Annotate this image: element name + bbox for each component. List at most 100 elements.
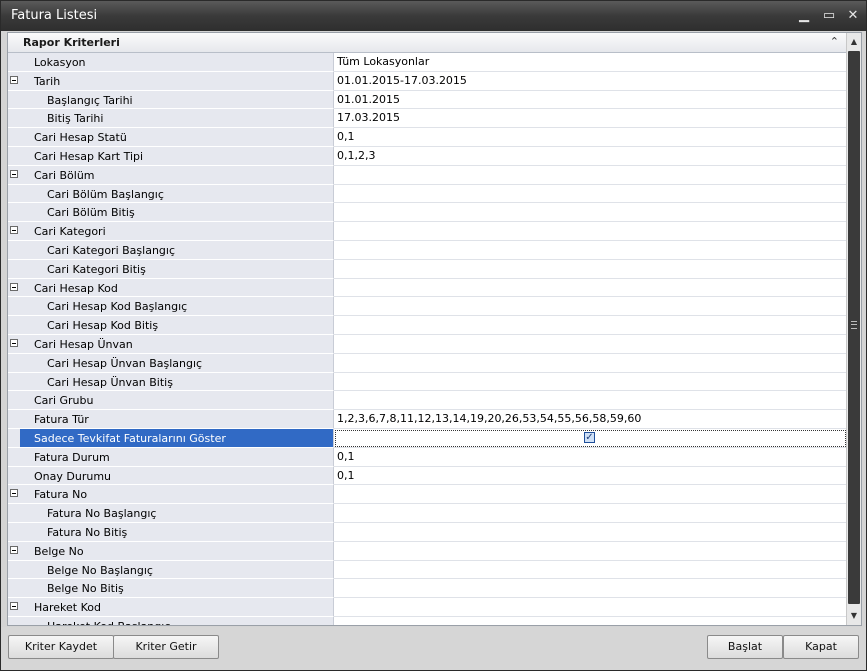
kriter-kaydet-button[interactable]: Kriter Kaydet — [8, 635, 114, 659]
property-label-cell[interactable]: Cari Hesap Kod — [8, 278, 334, 298]
baslat-button[interactable]: Başlat — [707, 635, 783, 659]
scroll-down-icon[interactable]: ▼ — [847, 608, 861, 624]
property-label-cell[interactable]: Fatura Tür — [8, 410, 334, 429]
property-value-cell[interactable] — [334, 579, 847, 599]
property-label-cell[interactable]: Cari Bölüm Başlangıç — [8, 184, 334, 204]
property-value-cell[interactable] — [334, 185, 847, 204]
property-row[interactable]: Fatura Tür 1,2,3,6,7,8,11,12,13,14,19,20,… — [8, 410, 847, 429]
property-row[interactable]: Hareket Kod — [8, 598, 847, 617]
property-row[interactable]: Belge No Başlangıç — [8, 560, 847, 580]
collapse-minus-icon[interactable] — [10, 338, 18, 347]
property-row[interactable]: Cari Hesap Kod — [8, 278, 847, 298]
collapse-minus-icon[interactable] — [10, 169, 18, 178]
property-row[interactable]: Cari Kategori Başlangıç — [8, 240, 847, 260]
property-label-cell[interactable]: Lokasyon — [8, 53, 334, 72]
property-row[interactable]: Hareket Kod Başlangıç — [8, 616, 847, 625]
minimize-button[interactable]: ▁ — [794, 6, 814, 26]
collapse-minus-icon[interactable] — [10, 489, 18, 498]
property-value-cell[interactable]: 0,1 — [334, 467, 847, 486]
scroll-thumb[interactable] — [848, 51, 860, 604]
property-label-cell[interactable]: Hareket Kod — [8, 598, 334, 617]
property-value-cell[interactable] — [334, 166, 847, 185]
property-label-cell[interactable]: Cari Bölüm Bitiş — [8, 203, 334, 223]
property-label-cell[interactable]: Bitiş Tarihi — [8, 109, 334, 129]
property-row[interactable]: Cari Hesap Kod Başlangıç — [8, 297, 847, 317]
property-row[interactable]: Cari Kategori Bitiş — [8, 259, 847, 279]
property-label-cell[interactable]: Tarih — [8, 71, 334, 91]
property-row[interactable]: Cari Bölüm — [8, 165, 847, 185]
property-row[interactable]: Cari Hesap Ünvan Bitiş — [8, 372, 847, 392]
collapse-minus-icon[interactable] — [10, 282, 18, 291]
property-row[interactable]: Cari Kategori — [8, 222, 847, 241]
property-value-cell[interactable]: Tüm Lokasyonlar — [334, 53, 847, 72]
checkbox[interactable]: ✓ — [584, 431, 595, 443]
property-value-cell[interactable]: ✓ — [334, 429, 847, 448]
property-value-cell[interactable] — [334, 561, 847, 580]
property-label-cell[interactable]: Cari Hesap Kart Tipi — [8, 146, 334, 166]
property-label-cell[interactable]: Belge No — [8, 541, 334, 561]
panel-header[interactable]: Rapor Kriterleri ⌃ — [8, 33, 847, 53]
collapse-minus-icon[interactable] — [10, 545, 18, 554]
property-row[interactable]: Fatura No Başlangıç — [8, 504, 847, 523]
property-row[interactable]: Cari Hesap Ünvan Başlangıç — [8, 353, 847, 373]
property-value-cell[interactable] — [334, 279, 847, 298]
property-value-cell[interactable] — [334, 523, 847, 542]
property-row[interactable]: Lokasyon Tüm Lokasyonlar — [8, 53, 847, 72]
property-value-cell[interactable] — [334, 485, 847, 505]
property-label-cell[interactable]: Fatura No — [8, 485, 334, 505]
property-label-cell[interactable]: Cari Hesap Ünvan — [8, 334, 334, 354]
property-value-cell[interactable] — [334, 617, 847, 625]
property-value-cell[interactable]: 0,1,2,3 — [334, 147, 847, 166]
property-value-cell[interactable]: 17.03.2015 — [334, 109, 847, 129]
collapse-minus-icon[interactable] — [10, 602, 18, 611]
property-label-cell[interactable]: Cari Hesap Kod Başlangıç — [8, 297, 334, 317]
property-row[interactable]: Fatura Durum 0,1 — [8, 447, 847, 467]
property-row[interactable]: Fatura No Bitiş — [8, 522, 847, 542]
property-row[interactable]: Belge No — [8, 541, 847, 561]
property-label-cell[interactable]: Fatura No Bitiş — [8, 522, 334, 542]
property-label-cell[interactable]: Belge No Başlangıç — [8, 560, 334, 580]
title-bar[interactable]: Fatura Listesi ▁ ▭ ✕ — [1, 1, 866, 31]
property-label-cell[interactable]: Belge No Bitiş — [8, 579, 334, 599]
property-value-cell[interactable] — [334, 222, 847, 241]
property-row[interactable]: Bitiş Tarihi 17.03.2015 — [8, 109, 847, 129]
property-value-cell[interactable] — [334, 598, 847, 617]
property-value-cell[interactable] — [334, 504, 847, 523]
property-row[interactable]: Cari Hesap Ünvan — [8, 334, 847, 354]
collapse-minus-icon[interactable] — [10, 226, 18, 235]
property-row[interactable]: Belge No Bitiş — [8, 579, 847, 599]
property-label-cell[interactable]: Cari Kategori Başlangıç — [8, 240, 334, 260]
property-label-cell[interactable]: Onay Durumu — [8, 466, 334, 486]
property-value-cell[interactable]: 0,1 — [334, 448, 847, 467]
property-row[interactable]: Onay Durumu 0,1 — [8, 466, 847, 486]
property-label-cell[interactable]: Cari Hesap Statü — [8, 128, 334, 147]
property-label-cell[interactable]: Başlangıç Tarihi — [8, 90, 334, 110]
property-value-cell[interactable] — [334, 316, 847, 335]
vertical-scrollbar[interactable]: ▲ ▼ — [846, 33, 861, 625]
property-row[interactable]: Cari Bölüm Başlangıç — [8, 184, 847, 204]
property-value-cell[interactable]: 01.01.2015 — [334, 91, 847, 110]
property-label-cell[interactable]: Cari Grubu — [8, 391, 334, 411]
property-value-cell[interactable] — [334, 203, 847, 223]
property-label-cell[interactable]: Hareket Kod Başlangıç — [8, 616, 334, 625]
property-value-cell[interactable]: 01.01.2015-17.03.2015 — [334, 72, 847, 91]
property-value-cell[interactable] — [334, 297, 847, 317]
property-label-cell[interactable]: Cari Hesap Ünvan Başlangıç — [8, 353, 334, 373]
maximize-button[interactable]: ▭ — [819, 6, 839, 26]
property-row[interactable]: Cari Hesap Statü 0,1 — [8, 128, 847, 147]
property-value-cell[interactable] — [334, 260, 847, 279]
property-row[interactable]: Sadece Tevkifat Faturalarını Göster ✓ — [8, 428, 847, 448]
property-row[interactable]: Fatura No — [8, 485, 847, 505]
chevron-double-up-icon[interactable]: ⌃ — [830, 35, 839, 48]
property-row[interactable]: Cari Bölüm Bitiş — [8, 203, 847, 223]
collapse-minus-icon[interactable] — [10, 75, 18, 84]
property-row[interactable]: Başlangıç Tarihi 01.01.2015 — [8, 90, 847, 110]
kapat-button[interactable]: Kapat — [783, 635, 859, 659]
property-value-cell[interactable] — [334, 391, 847, 411]
property-row[interactable]: Tarih 01.01.2015-17.03.2015 — [8, 71, 847, 91]
kriter-getir-button[interactable]: Kriter Getir — [113, 635, 219, 659]
property-label-cell[interactable]: Fatura No Başlangıç — [8, 504, 334, 523]
scroll-up-icon[interactable]: ▲ — [847, 34, 861, 50]
property-value-cell[interactable] — [334, 335, 847, 354]
property-label-cell[interactable]: Fatura Durum — [8, 447, 334, 467]
